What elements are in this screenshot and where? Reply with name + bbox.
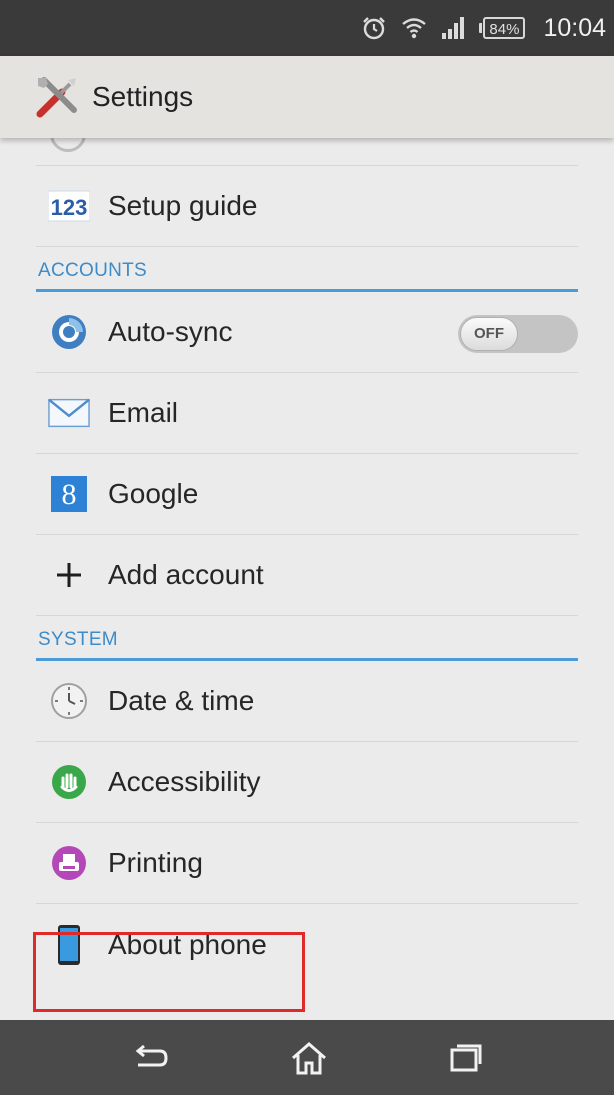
navigation-bar	[0, 1020, 614, 1095]
sync-icon	[48, 311, 90, 353]
add-account-item[interactable]: Add account	[36, 535, 578, 616]
accessibility-item[interactable]: Accessibility	[36, 742, 578, 823]
svg-text:123: 123	[51, 195, 88, 220]
accessibility-icon	[48, 761, 90, 803]
clock-icon	[48, 680, 90, 722]
about-phone-label: About phone	[108, 928, 267, 960]
setup-guide-label: Setup guide	[108, 190, 258, 221]
alarm-icon	[363, 17, 386, 40]
action-bar: Settings	[0, 56, 614, 138]
email-icon	[48, 392, 90, 434]
phone-icon	[48, 924, 90, 966]
status-bar: 84% 10:04	[0, 0, 614, 56]
setup-guide-item[interactable]: 123 Setup guide	[36, 166, 578, 247]
email-label: Email	[108, 397, 179, 428]
settings-list: 123 Setup guide ACCOUNTS Auto-sync OFF E…	[0, 138, 614, 985]
recent-apps-icon[interactable]	[448, 1042, 484, 1074]
back-icon[interactable]	[130, 1043, 170, 1073]
printing-item[interactable]: Printing	[36, 823, 578, 904]
google-icon: 8	[48, 473, 90, 515]
wifi-icon	[402, 18, 427, 39]
section-label: SYSTEM	[38, 629, 118, 650]
about-phone-item[interactable]: About phone	[36, 904, 578, 985]
section-header-system: SYSTEM	[36, 616, 578, 661]
email-item[interactable]: Email	[36, 373, 578, 454]
page-title: Settings	[92, 81, 194, 112]
section-label: ACCOUNTS	[38, 260, 148, 281]
setup-guide-icon: 123	[48, 185, 90, 227]
accessibility-label: Accessibility	[108, 766, 261, 797]
settings-tools-icon[interactable]	[34, 74, 80, 120]
toggle-state: OFF	[460, 317, 518, 351]
auto-sync-item[interactable]: Auto-sync OFF	[36, 292, 578, 373]
svg-text:8: 8	[62, 478, 77, 511]
signal-icon	[442, 17, 465, 39]
date-time-label: Date & time	[108, 685, 255, 716]
google-item[interactable]: 8 Google	[36, 454, 578, 535]
partial-list-item[interactable]	[36, 138, 578, 166]
section-header-accounts: ACCOUNTS	[36, 247, 578, 292]
battery-level: 84%	[483, 17, 526, 39]
google-label: Google	[108, 478, 199, 509]
clock: 10:04	[543, 13, 606, 42]
auto-sync-toggle[interactable]: OFF	[458, 315, 578, 353]
plus-icon	[48, 554, 90, 596]
printer-icon	[48, 842, 90, 884]
date-time-item[interactable]: Date & time	[36, 661, 578, 742]
home-icon[interactable]	[289, 1040, 329, 1076]
battery-icon: 84%	[479, 17, 526, 39]
add-account-label: Add account	[108, 559, 264, 590]
printing-label: Printing	[108, 847, 203, 878]
auto-sync-label: Auto-sync	[108, 316, 233, 347]
